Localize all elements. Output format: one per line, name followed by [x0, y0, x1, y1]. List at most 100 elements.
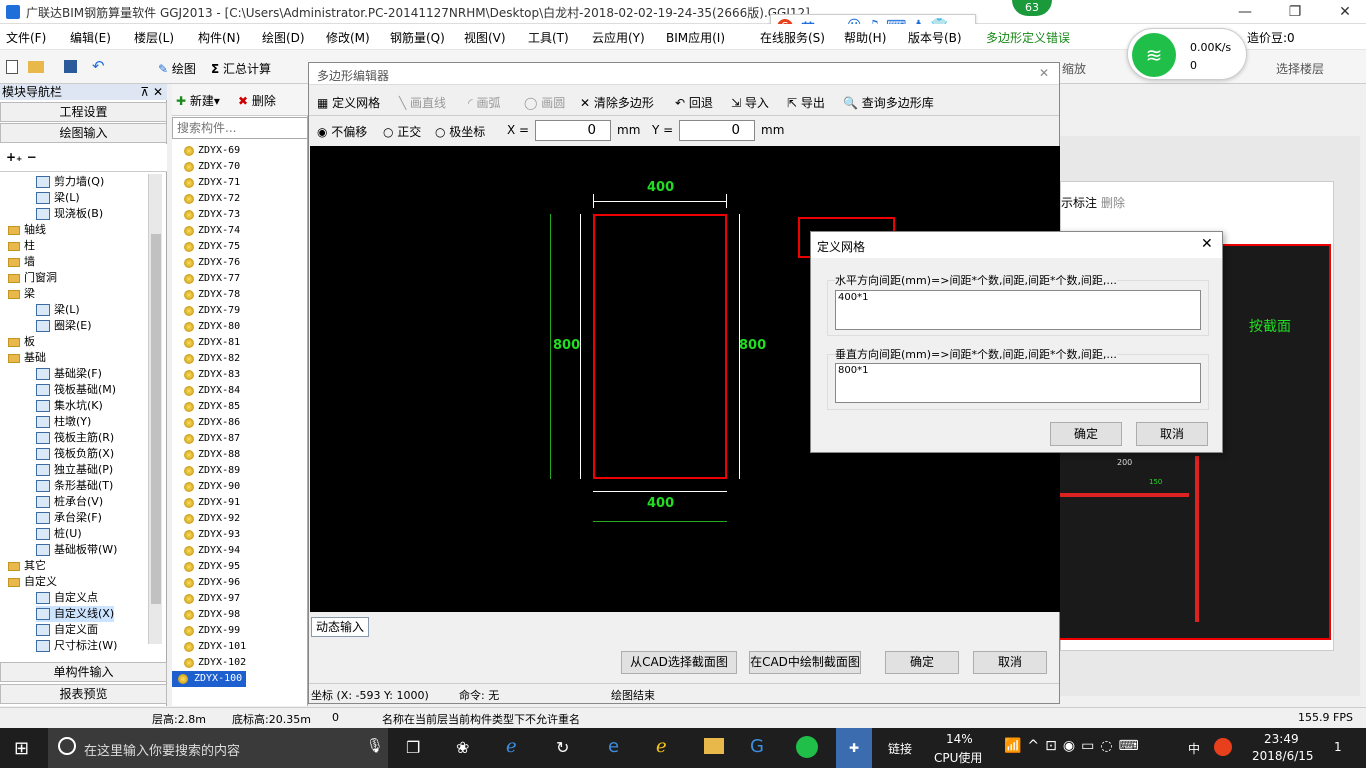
- app-icon-3[interactable]: ↻: [556, 738, 569, 757]
- component-list-item[interactable]: ZDYX-71: [184, 175, 240, 191]
- draw-button[interactable]: ✎ 绘图: [158, 60, 196, 77]
- component-list-item[interactable]: ZDYX-85: [184, 399, 240, 415]
- app-icon-1[interactable]: ❀: [456, 738, 469, 757]
- tree-item[interactable]: 集水坑(K): [36, 398, 103, 414]
- component-list-item[interactable]: ZDYX-96: [184, 575, 240, 591]
- app-green-icon[interactable]: [796, 736, 818, 758]
- grid-close-button[interactable]: ✕: [1201, 236, 1213, 252]
- component-list-item[interactable]: ZDYX-102: [184, 655, 246, 671]
- draw-input-button[interactable]: 绘图输入: [0, 123, 167, 143]
- menu-item[interactable]: 钢筋量(Q): [390, 29, 445, 46]
- notification-icon[interactable]: 1: [1334, 740, 1342, 754]
- grid-ok-button[interactable]: 确定: [1050, 422, 1122, 446]
- component-list-item[interactable]: ZDYX-97: [184, 591, 240, 607]
- active-app-icon[interactable]: ✚: [836, 728, 872, 768]
- tree-item[interactable]: 柱: [8, 238, 35, 254]
- component-list-item[interactable]: ZDYX-72: [184, 191, 240, 207]
- mic-icon[interactable]: 🎙: [366, 738, 384, 754]
- tree-item[interactable]: 圈梁(E): [36, 318, 92, 334]
- component-list-item[interactable]: ZDYX-90: [184, 479, 240, 495]
- tree-item[interactable]: 自定义线(X): [36, 606, 115, 622]
- project-settings-button[interactable]: 工程设置: [0, 102, 167, 122]
- sum-button[interactable]: Σ 汇总计算: [211, 60, 271, 77]
- menu-item[interactable]: 构件(N): [198, 29, 240, 46]
- clock-time[interactable]: 23:49: [1264, 732, 1299, 746]
- draw-circle-button[interactable]: ◯ 画圆: [524, 94, 565, 111]
- notice-badge[interactable]: 63: [1012, 0, 1052, 16]
- radio-polar[interactable]: ○ 极坐标: [435, 123, 485, 140]
- tree-item[interactable]: 梁: [8, 286, 35, 302]
- tray-icons[interactable]: 📶^⊡◉▭◌⌨: [1004, 738, 1145, 754]
- component-list-item[interactable]: ZDYX-98: [184, 607, 240, 623]
- menu-item[interactable]: BIM应用(I): [666, 29, 725, 46]
- minimize-button[interactable]: —: [1230, 2, 1260, 22]
- start-icon[interactable]: ⊞: [14, 738, 29, 759]
- component-list-item[interactable]: ZDYX-82: [184, 351, 240, 367]
- component-list-item[interactable]: ZDYX-100: [172, 671, 246, 687]
- polygon-rect[interactable]: [593, 214, 727, 479]
- tree-item[interactable]: 门窗洞: [8, 270, 57, 286]
- tree-item[interactable]: 条形基础(T): [36, 478, 113, 494]
- tree-item[interactable]: 剪力墙(Q): [36, 174, 104, 190]
- undo-icon[interactable]: ↶: [92, 57, 105, 75]
- tree-item[interactable]: 承台梁(F): [36, 510, 102, 526]
- new-component-button[interactable]: ✚ 新建▾: [176, 92, 220, 109]
- menu-item[interactable]: 楼层(L): [134, 29, 174, 46]
- ime-indicator[interactable]: 中: [1188, 740, 1200, 757]
- tree-item[interactable]: 尺寸标注(W): [36, 638, 117, 654]
- component-list-item[interactable]: ZDYX-78: [184, 287, 240, 303]
- component-list-item[interactable]: ZDYX-75: [184, 239, 240, 255]
- component-list-item[interactable]: ZDYX-93: [184, 527, 240, 543]
- menu-item[interactable]: 绘图(D): [262, 29, 305, 46]
- close-button[interactable]: ✕: [1330, 2, 1360, 22]
- tree-item[interactable]: 独立基础(P): [36, 462, 113, 478]
- component-list-item[interactable]: ZDYX-70: [184, 159, 240, 175]
- menu-item[interactable]: 修改(M): [326, 29, 370, 46]
- grid-cancel-button[interactable]: 取消: [1136, 422, 1208, 446]
- clear-polygon-button[interactable]: ✕ 清除多边形: [580, 94, 654, 111]
- menu-item[interactable]: 工具(T): [528, 29, 569, 46]
- ie2-icon[interactable]: ℯ: [656, 736, 667, 757]
- y-input[interactable]: [679, 120, 755, 141]
- taskbar-search[interactable]: 在这里输入你要搜索的内容 🎙: [48, 728, 388, 768]
- component-list-item[interactable]: ZDYX-77: [184, 271, 240, 287]
- tree-item[interactable]: 桩(U): [36, 526, 82, 542]
- component-list-item[interactable]: ZDYX-83: [184, 367, 240, 383]
- component-list-item[interactable]: ZDYX-86: [184, 415, 240, 431]
- sogou-tray-icon[interactable]: [1214, 738, 1232, 756]
- component-list-item[interactable]: ZDYX-88: [184, 447, 240, 463]
- tree-item[interactable]: 板: [8, 334, 35, 350]
- tree-item[interactable]: 墙: [8, 254, 35, 270]
- export-button[interactable]: ⇱ 导出: [787, 94, 825, 111]
- h-spacing-input[interactable]: 400*1: [835, 290, 1201, 330]
- poly-close-button[interactable]: ✕: [1039, 66, 1049, 80]
- network-widget[interactable]: ≋ 0.00K/s 0: [1127, 28, 1247, 80]
- component-list-item[interactable]: ZDYX-79: [184, 303, 240, 319]
- glodon-icon[interactable]: G: [750, 736, 764, 757]
- component-list-item[interactable]: ZDYX-81: [184, 335, 240, 351]
- poly-cancel-button[interactable]: 取消: [973, 651, 1047, 674]
- dynamic-input-button[interactable]: 动态输入: [311, 617, 369, 637]
- single-component-button[interactable]: 单构件输入: [0, 662, 167, 682]
- query-library-button[interactable]: 🔍 查询多边形库: [843, 94, 934, 111]
- draw-in-cad-button[interactable]: 在CAD中绘制截面图: [749, 651, 861, 674]
- from-cad-button[interactable]: 从CAD选择截面图: [621, 651, 737, 674]
- menu-item[interactable]: 在线服务(S): [760, 29, 825, 46]
- component-list-item[interactable]: ZDYX-84: [184, 383, 240, 399]
- tree-item[interactable]: 梁(L): [36, 190, 80, 206]
- expand-all-icon[interactable]: +₊ −: [6, 150, 37, 164]
- menu-item[interactable]: 云应用(Y): [592, 29, 645, 46]
- tree-item[interactable]: 轴线: [8, 222, 46, 238]
- component-list-item[interactable]: ZDYX-69: [184, 143, 240, 159]
- pin-icon[interactable]: ⊼ ✕: [140, 84, 163, 100]
- component-list-item[interactable]: ZDYX-99: [184, 623, 240, 639]
- select-floor-button[interactable]: 选择楼层: [1276, 60, 1324, 77]
- component-list-item[interactable]: ZDYX-76: [184, 255, 240, 271]
- tree-item[interactable]: 桩承台(V): [36, 494, 103, 510]
- delete-label-bg[interactable]: 删除: [1101, 194, 1125, 211]
- component-list-item[interactable]: ZDYX-89: [184, 463, 240, 479]
- menu-item[interactable]: 视图(V): [464, 29, 506, 46]
- cost-label[interactable]: 造价豆:0: [1247, 29, 1295, 46]
- tree-scrollbar[interactable]: [148, 174, 162, 644]
- tree-item[interactable]: 基础: [8, 350, 46, 366]
